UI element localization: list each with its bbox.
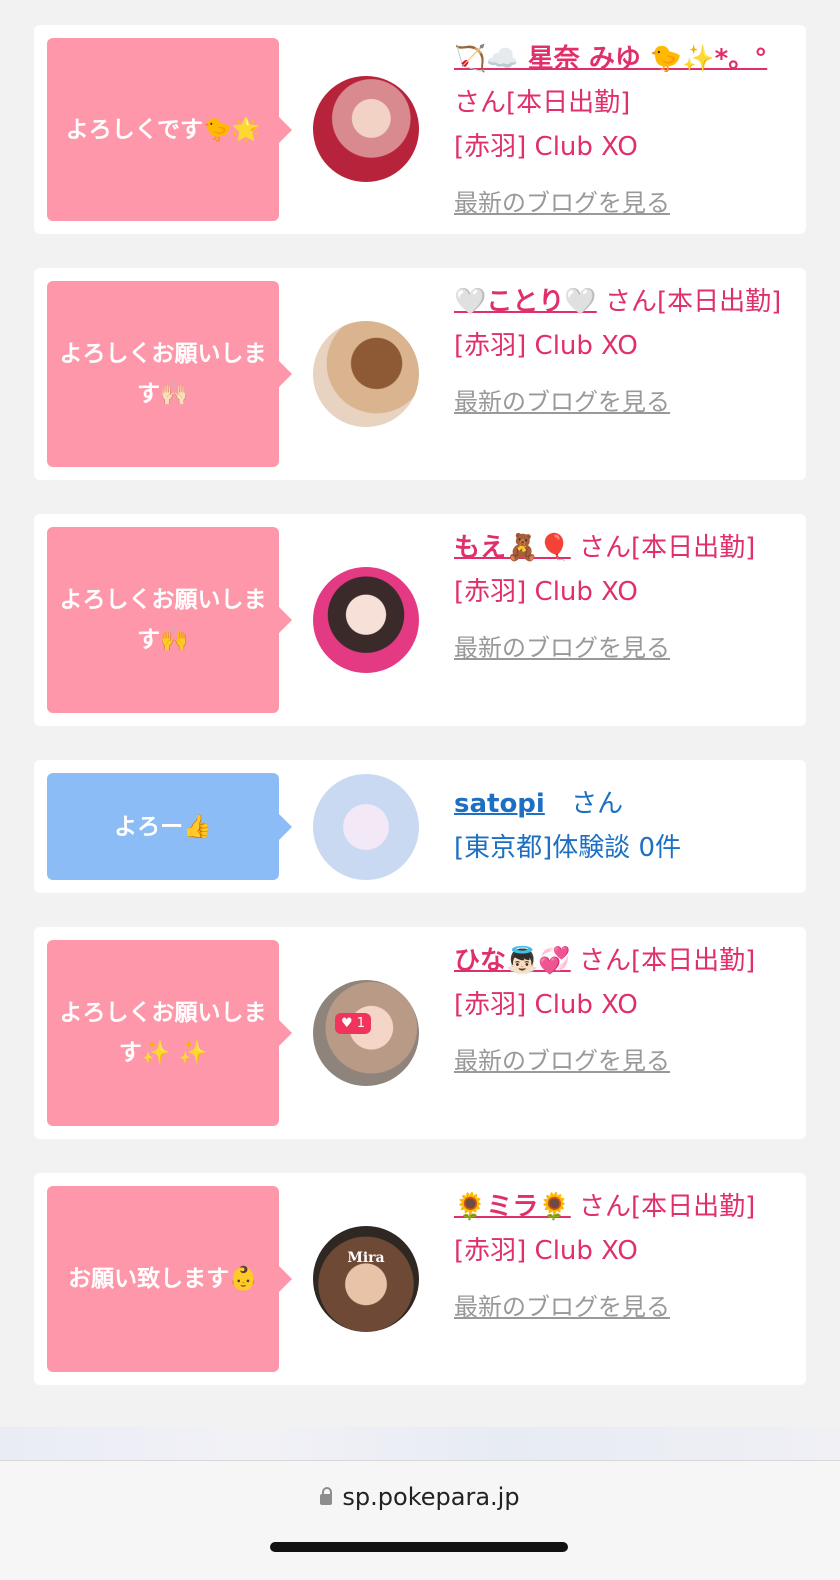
- profile-info: 🏹☁️ 星奈 みゆ 🐤✨*。° さん[本日出勤] [赤羽] Club XO 最新…: [454, 37, 786, 225]
- shop-text: [赤羽] Club XO: [454, 990, 638, 1020]
- avatar[interactable]: [313, 76, 419, 182]
- message-bubble: お願い致します👶: [47, 1186, 292, 1372]
- comment-card: よろしくです🐤🌟 🏹☁️ 星奈 みゆ 🐤✨*。° さん[本日出勤] [赤羽] C…: [34, 25, 806, 234]
- profile-name-link[interactable]: satopi: [454, 789, 545, 819]
- message-text: よろしくお願いします🙌: [59, 587, 267, 653]
- browser-address-bar[interactable]: sp.pokepara.jp: [0, 1460, 840, 1580]
- comment-card: お願い致します👶 Mira 🌻ミラ🌻 さん[本日出勤] [赤羽] Club XO…: [34, 1173, 806, 1385]
- blog-link[interactable]: 最新のブログを見る: [454, 1039, 786, 1083]
- message-bubble: よろしくお願いします🙌🏻: [47, 281, 292, 467]
- shop-text: [赤羽] Club XO: [454, 577, 638, 607]
- status-text: さん[本日出勤]: [579, 1192, 756, 1222]
- comment-card: よろしくお願いします✨ ✨ ♥ 1 ひな👼🏻💞 さん[本日出勤] [赤羽] Cl…: [34, 927, 806, 1139]
- comment-card: よろー👍 satopi さん [東京都]体験談 0件: [34, 760, 806, 893]
- message-bubble: よろー👍: [47, 773, 292, 880]
- avatar-caption: Mira: [347, 1250, 385, 1266]
- profile-info: 🌻ミラ🌻 さん[本日出勤] [赤羽] Club XO 最新のブログを見る: [454, 1185, 786, 1329]
- status-text: さん[本日出勤]: [605, 287, 782, 317]
- blog-link[interactable]: 最新のブログを見る: [454, 626, 786, 670]
- comment-card: よろしくお願いします🙌 もえ🧸🎈 さん[本日出勤] [赤羽] Club XO 最…: [34, 514, 806, 726]
- review-count-text: [東京都]体験談 0件: [454, 833, 682, 863]
- profile-info: もえ🧸🎈 さん[本日出勤] [赤羽] Club XO 最新のブログを見る: [454, 526, 786, 670]
- message-text: よろしくです🐤🌟: [65, 116, 261, 143]
- shop-text: [赤羽] Club XO: [454, 132, 638, 162]
- shop-text: [赤羽] Club XO: [454, 1236, 638, 1266]
- avatar[interactable]: Mira: [313, 1226, 419, 1332]
- message-text: よろしくお願いします✨ ✨: [59, 1000, 267, 1066]
- profile-name-link[interactable]: もえ🧸🎈: [454, 533, 571, 563]
- avatar[interactable]: [313, 774, 419, 880]
- message-bubble: よろしくお願いします✨ ✨: [47, 940, 292, 1126]
- comment-card: よろしくお願いします🙌🏻 🤍ことり🤍 さん[本日出勤] [赤羽] Club XO…: [34, 268, 806, 480]
- message-bubble: よろしくです🐤🌟: [47, 38, 292, 221]
- profile-name-link[interactable]: 🏹☁️ 星奈 みゆ 🐤✨*。°: [454, 44, 767, 74]
- message-text: お願い致します👶: [68, 1266, 258, 1292]
- avatar[interactable]: [313, 321, 419, 427]
- profile-info: 🤍ことり🤍 さん[本日出勤] [赤羽] Club XO 最新のブログを見る: [454, 280, 786, 424]
- status-text: さん[本日出勤]: [579, 946, 756, 976]
- message-bubble: よろしくお願いします🙌: [47, 527, 292, 713]
- profile-name-link[interactable]: ひな👼🏻💞: [454, 946, 571, 976]
- status-text: さん[本日出勤]: [579, 533, 756, 563]
- lock-icon: [320, 1487, 333, 1505]
- avatar[interactable]: [313, 567, 419, 673]
- profile-info: satopi さん [東京都]体験談 0件: [454, 782, 786, 870]
- status-text: さん: [571, 789, 624, 819]
- shop-text: [赤羽] Club XO: [454, 331, 638, 361]
- comment-list: よろしくです🐤🌟 🏹☁️ 星奈 みゆ 🐤✨*。° さん[本日出勤] [赤羽] C…: [34, 25, 806, 1419]
- status-text: さん[本日出勤]: [454, 88, 631, 118]
- avatar[interactable]: ♥ 1: [313, 980, 419, 1086]
- heart-badge-icon: ♥ 1: [335, 1013, 372, 1034]
- profile-name-link[interactable]: 🤍ことり🤍: [454, 287, 597, 317]
- url-display[interactable]: sp.pokepara.jp: [0, 1483, 840, 1511]
- footer-banner: [0, 1427, 840, 1461]
- profile-info: ひな👼🏻💞 さん[本日出勤] [赤羽] Club XO 最新のブログを見る: [454, 939, 786, 1083]
- home-indicator[interactable]: [270, 1542, 568, 1552]
- blog-link[interactable]: 最新のブログを見る: [454, 1285, 786, 1329]
- blog-link[interactable]: 最新のブログを見る: [454, 181, 786, 225]
- blog-link[interactable]: 最新のブログを見る: [454, 380, 786, 424]
- url-text: sp.pokepara.jp: [342, 1483, 520, 1511]
- message-text: よろー👍: [114, 813, 212, 840]
- profile-name-link[interactable]: 🌻ミラ🌻: [454, 1192, 571, 1222]
- message-text: よろしくお願いします🙌🏻: [59, 341, 267, 407]
